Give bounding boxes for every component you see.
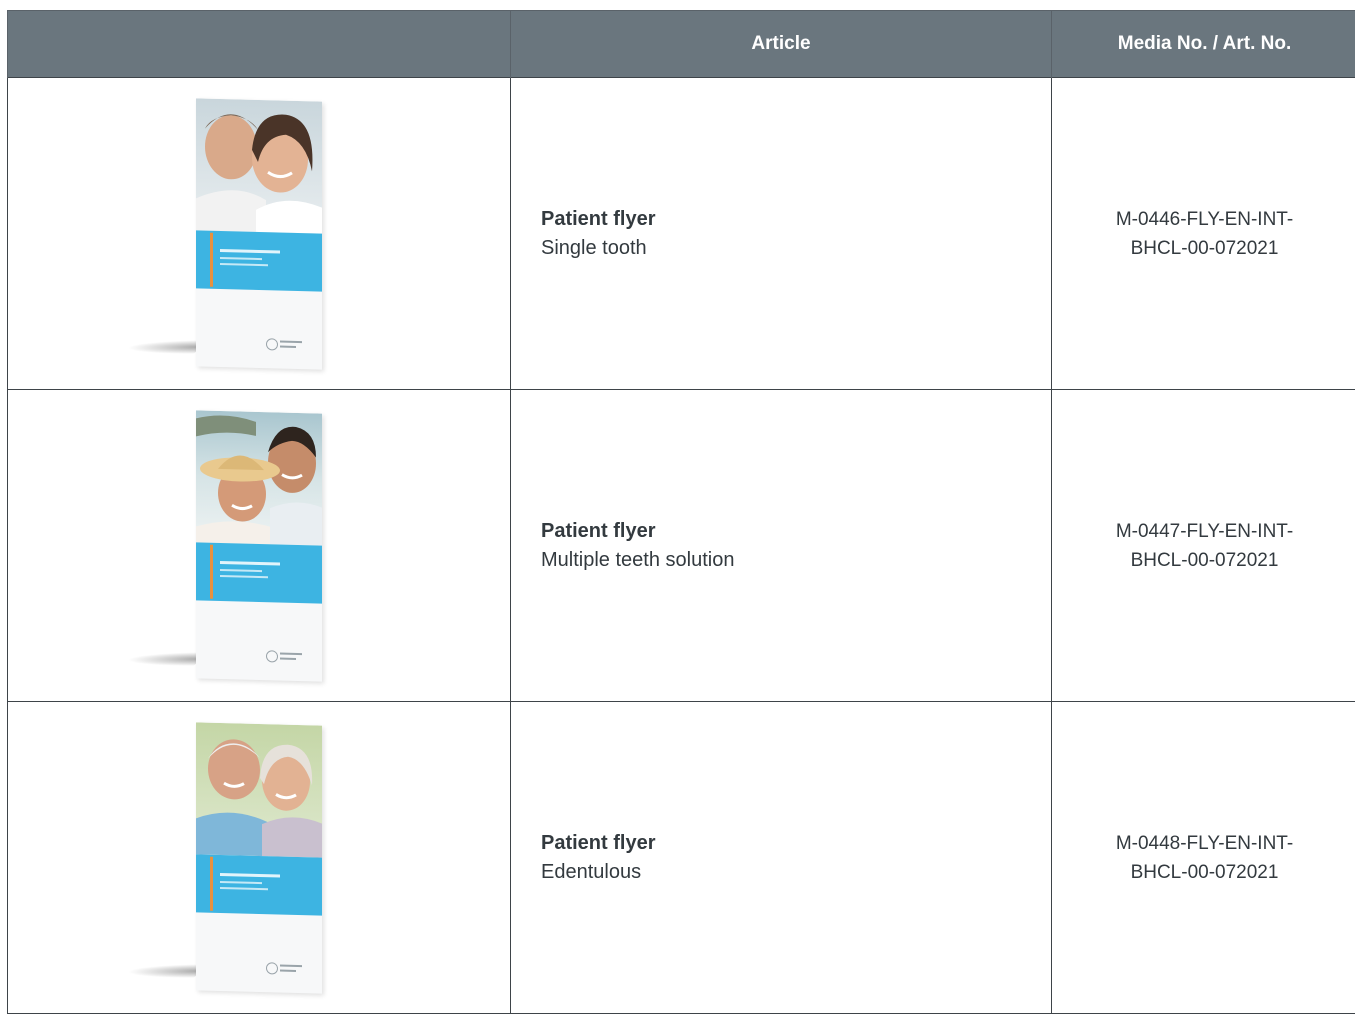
- article-cell: Patient flyer Multiple teeth solution: [511, 390, 1052, 702]
- media-number-line1: M-0446-FLY-EN-INT-: [1116, 209, 1293, 230]
- table-header-row: Article Media No. / Art. No.: [8, 11, 1355, 78]
- media-number-line2: BHCL-00-072021: [1131, 238, 1279, 259]
- media-number-cell: M-0447-FLY-EN-INT- BHCL-00-072021: [1052, 390, 1355, 702]
- header-image-column: [8, 11, 511, 78]
- media-number-line2: BHCL-00-072021: [1131, 550, 1279, 571]
- article-subtitle: Single tooth: [541, 234, 1051, 263]
- table-row: Patient flyer Multiple teeth solution M-…: [8, 390, 1355, 702]
- flyer-image-cell: [8, 390, 511, 702]
- article-subtitle: Edentulous: [541, 858, 1051, 887]
- media-number-line1: M-0447-FLY-EN-INT-: [1116, 521, 1293, 542]
- table-row: Patient flyer Edentulous M-0448-FLY-EN-I…: [8, 702, 1355, 1014]
- article-title: Patient flyer: [541, 829, 1051, 858]
- article-title: Patient flyer: [541, 517, 1051, 546]
- flyer-image-cell: [8, 702, 511, 1014]
- patient-flyer-multiple-teeth-image[interactable]: [196, 410, 322, 681]
- article-cell: Patient flyer Single tooth: [511, 78, 1052, 390]
- patient-flyer-edentulous-image[interactable]: [196, 722, 322, 993]
- flyer-photo: [196, 98, 322, 233]
- media-number-cell: M-0446-FLY-EN-INT- BHCL-00-072021: [1052, 78, 1355, 390]
- flyer-photo: [196, 410, 322, 545]
- flyer-blue-band: [196, 854, 322, 915]
- article-cell: Patient flyer Edentulous: [511, 702, 1052, 1014]
- media-number-line2: BHCL-00-072021: [1131, 862, 1279, 883]
- media-table: Article Media No. / Art. No.: [7, 10, 1355, 1014]
- article-title: Patient flyer: [541, 205, 1051, 234]
- logo-icon: [266, 962, 278, 974]
- article-subtitle: Multiple teeth solution: [541, 546, 1051, 575]
- flyer-photo: [196, 722, 322, 857]
- flyer-blue-band: [196, 542, 322, 603]
- media-number-line1: M-0448-FLY-EN-INT-: [1116, 833, 1293, 854]
- patient-flyer-single-tooth-image[interactable]: [196, 98, 322, 369]
- flyer-image-cell: [8, 78, 511, 390]
- header-article-column: Article: [511, 11, 1052, 78]
- media-number-cell: M-0448-FLY-EN-INT- BHCL-00-072021: [1052, 702, 1355, 1014]
- logo-icon: [266, 650, 278, 662]
- header-media-column: Media No. / Art. No.: [1052, 11, 1355, 78]
- table-row: Patient flyer Single tooth M-0446-FLY-EN…: [8, 78, 1355, 390]
- flyer-blue-band: [196, 230, 322, 291]
- logo-icon: [266, 338, 278, 350]
